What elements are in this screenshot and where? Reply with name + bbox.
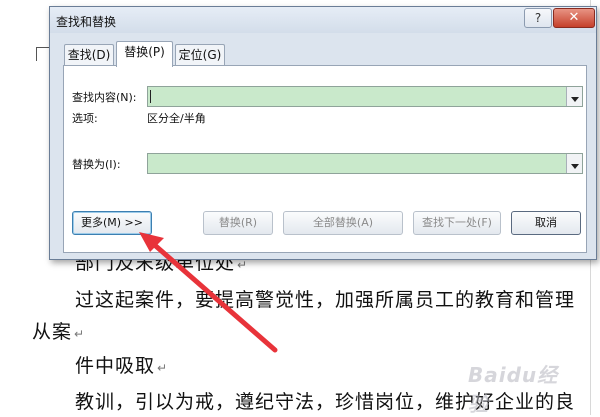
annotation-arrow-icon <box>139 232 278 353</box>
tab-replace[interactable]: 替换(P) <box>116 41 173 67</box>
